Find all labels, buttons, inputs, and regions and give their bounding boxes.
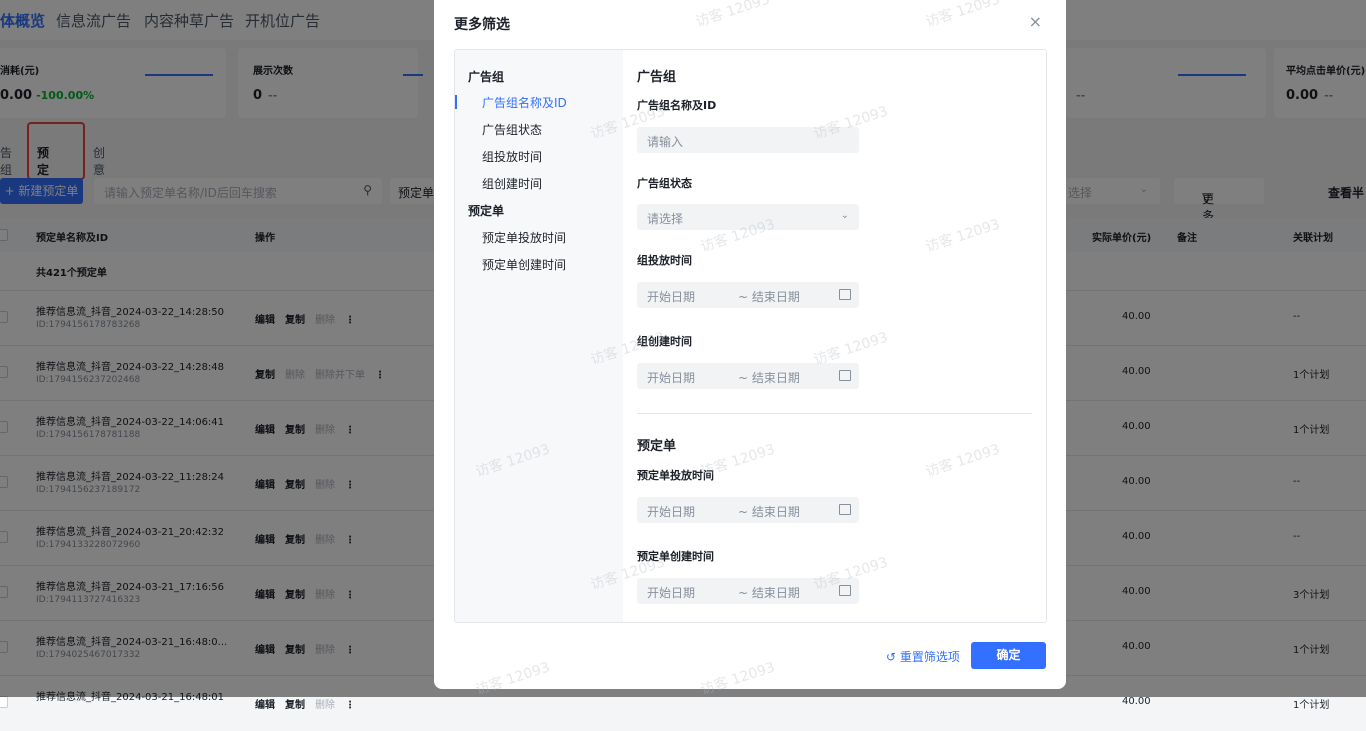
start-date-placeholder: 开始日期 <box>647 290 696 304</box>
nav-group-ad-group: 广告组 <box>468 70 505 84</box>
row-action-button[interactable]: 复制 <box>285 700 305 711</box>
input-placeholder: 请输入 <box>647 135 684 149</box>
nav-item-booking-deliver-time[interactable]: 预定单投放时间 <box>482 229 566 246</box>
close-icon[interactable]: × <box>1029 12 1042 31</box>
nav-group-booking: 预定单 <box>468 204 505 218</box>
ad-group-status-select[interactable]: 请选择 ⌄ <box>637 204 859 230</box>
end-date-placeholder: ~ 结束日期 <box>738 290 800 304</box>
nav-item-booking-create-time[interactable]: 预定单创建时间 <box>482 256 566 273</box>
section-divider <box>637 413 1032 414</box>
section-booking: 预定单 <box>637 439 677 454</box>
row-checkbox[interactable] <box>0 696 8 708</box>
nav-item-group-deliver-time[interactable]: 组投放时间 <box>482 148 542 165</box>
calendar-icon[interactable] <box>839 504 851 515</box>
row-action-button[interactable]: 编辑 <box>255 700 275 711</box>
label-booking-deliver-time: 预定单投放时间 <box>637 469 714 482</box>
linked-plan[interactable]: 1个计划 <box>1293 696 1329 711</box>
more-filter-modal: 更多筛选 × 广告组 广告组名称及ID 广告组状态 组投放时间 组创建时间 预定… <box>434 0 1066 698</box>
calendar-icon[interactable] <box>839 585 851 596</box>
label-group-create-time: 组创建时间 <box>637 335 692 348</box>
select-placeholder: 请选择 <box>647 212 684 226</box>
booking-deliver-date-range[interactable]: 开始日期 ~ 结束日期 <box>637 497 859 523</box>
chevron-down-icon: ⌄ <box>840 210 849 221</box>
section-ad-group: 广告组 <box>637 70 677 85</box>
modal-title: 更多筛选 <box>454 17 510 33</box>
filter-form: 广告组 广告组名称及ID 请输入 广告组状态 请选择 ⌄ 组投放时间 开始日期 … <box>623 50 1046 622</box>
nav-item-ad-group-name[interactable]: 广告组名称及ID <box>482 94 567 111</box>
filter-nav: 广告组 广告组名称及ID 广告组状态 组投放时间 组创建时间 预定单 预定单投放… <box>455 50 623 622</box>
reset-label: 重置筛选项 <box>899 650 960 664</box>
confirm-button[interactable]: 确定 <box>971 642 1046 669</box>
label-booking-create-time: 预定单创建时间 <box>637 550 714 563</box>
reset-icon: ↺ <box>886 650 900 664</box>
group-deliver-date-range[interactable]: 开始日期 ~ 结束日期 <box>637 282 859 308</box>
row-action-button[interactable]: 删除 <box>315 700 335 711</box>
end-date-placeholder: ~ 结束日期 <box>738 586 800 600</box>
reset-filter-button[interactable]: ↺ 重置筛选项 <box>886 648 960 665</box>
nav-item-group-create-time[interactable]: 组创建时间 <box>482 175 542 192</box>
filter-panel: 广告组 广告组名称及ID 广告组状态 组投放时间 组创建时间 预定单 预定单投放… <box>454 49 1047 623</box>
start-date-placeholder: 开始日期 <box>647 586 696 600</box>
start-date-placeholder: 开始日期 <box>647 371 696 385</box>
row-actions: 编辑复制删除 ⋮ <box>255 696 365 711</box>
calendar-icon[interactable] <box>839 370 851 381</box>
nav-item-ad-group-status[interactable]: 广告组状态 <box>482 121 542 138</box>
nav-active-indicator <box>455 95 457 109</box>
more-actions-icon[interactable]: ⋮ <box>345 700 355 711</box>
end-date-placeholder: ~ 结束日期 <box>738 371 800 385</box>
calendar-icon[interactable] <box>839 289 851 300</box>
booking-create-date-range[interactable]: 开始日期 ~ 结束日期 <box>637 578 859 604</box>
label-ad-group-name: 广告组名称及ID <box>637 99 717 112</box>
start-date-placeholder: 开始日期 <box>647 505 696 519</box>
ad-group-name-input[interactable]: 请输入 <box>637 127 859 153</box>
watermark: 访客 12093 <box>923 0 1002 31</box>
end-date-placeholder: ~ 结束日期 <box>738 505 800 519</box>
label-group-deliver-time: 组投放时间 <box>637 254 692 267</box>
group-create-date-range[interactable]: 开始日期 ~ 结束日期 <box>637 363 859 389</box>
label-ad-group-status: 广告组状态 <box>637 177 692 190</box>
watermark: 访客 12093 <box>693 0 772 31</box>
actual-price: 40.00 <box>1122 696 1151 707</box>
